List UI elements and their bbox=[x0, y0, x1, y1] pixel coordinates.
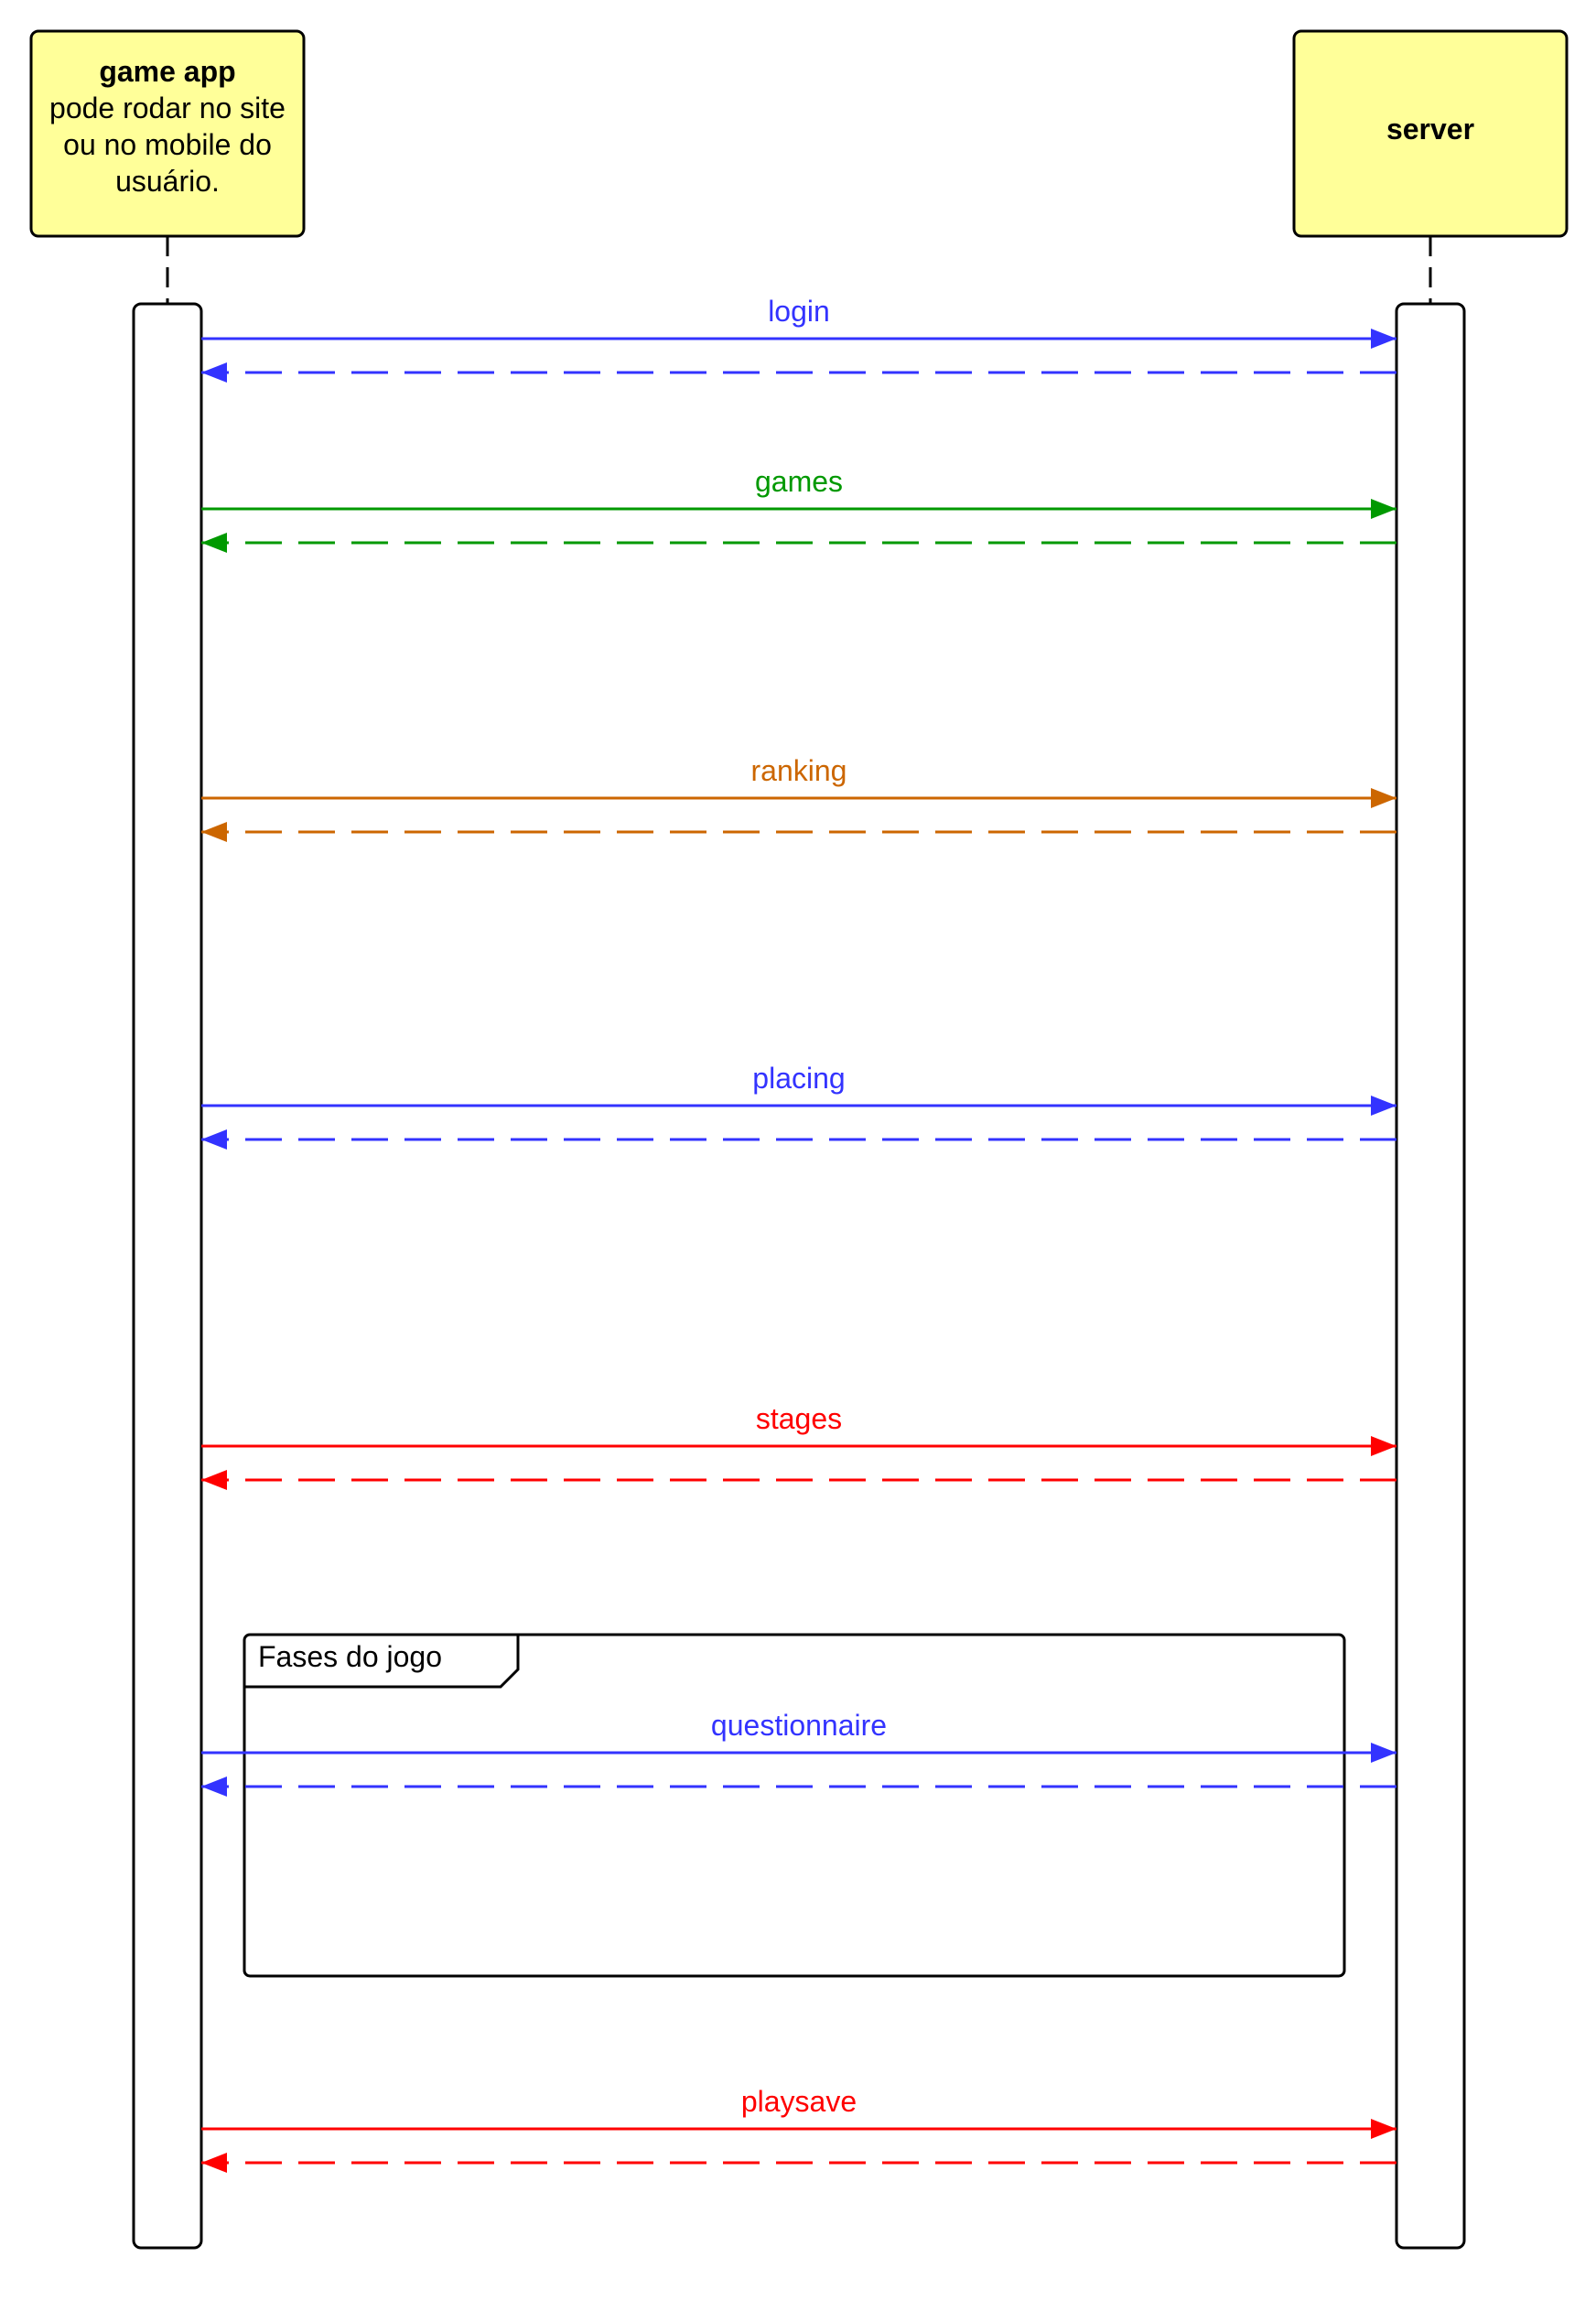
message-login: login bbox=[201, 295, 1396, 383]
messages: login games ranking placing stages questionna… bbox=[201, 295, 1396, 2173]
participant-app-desc-line-3: usuário. bbox=[115, 165, 220, 198]
activation-bar-server bbox=[1395, 302, 1466, 2250]
message-label-ranking: ranking bbox=[751, 754, 847, 787]
activation-bar-game-app bbox=[132, 302, 203, 2250]
message-ranking: ranking bbox=[201, 754, 1396, 842]
participant-app-desc-line-1: pode rodar no site bbox=[49, 92, 286, 124]
participant-game-app: game app pode rodar no site ou no mobile… bbox=[29, 29, 306, 238]
message-games: games bbox=[201, 465, 1396, 553]
message-stages: stages bbox=[201, 1402, 1396, 1490]
message-label-questionnaire: questionnaire bbox=[711, 1709, 887, 1742]
fragment-label: Fases do jogo bbox=[258, 1640, 442, 1673]
message-questionnaire: questionnaire bbox=[201, 1709, 1396, 1797]
message-label-games: games bbox=[755, 465, 843, 498]
participant-app-title: game app bbox=[99, 55, 235, 88]
message-label-playsave: playsave bbox=[741, 2085, 857, 2118]
participant-server: server bbox=[1292, 29, 1569, 238]
participant-app-desc-line-2: ou no mobile do bbox=[63, 128, 272, 161]
fragment-fases-do-jogo: Fases do jogo bbox=[243, 1633, 1346, 1978]
message-playsave: playsave bbox=[201, 2085, 1396, 2173]
participant-server-title: server bbox=[1386, 113, 1474, 146]
message-label-login: login bbox=[768, 295, 830, 328]
message-label-stages: stages bbox=[756, 1402, 842, 1435]
message-label-placing: placing bbox=[752, 1062, 845, 1095]
message-placing: placing bbox=[201, 1062, 1396, 1150]
